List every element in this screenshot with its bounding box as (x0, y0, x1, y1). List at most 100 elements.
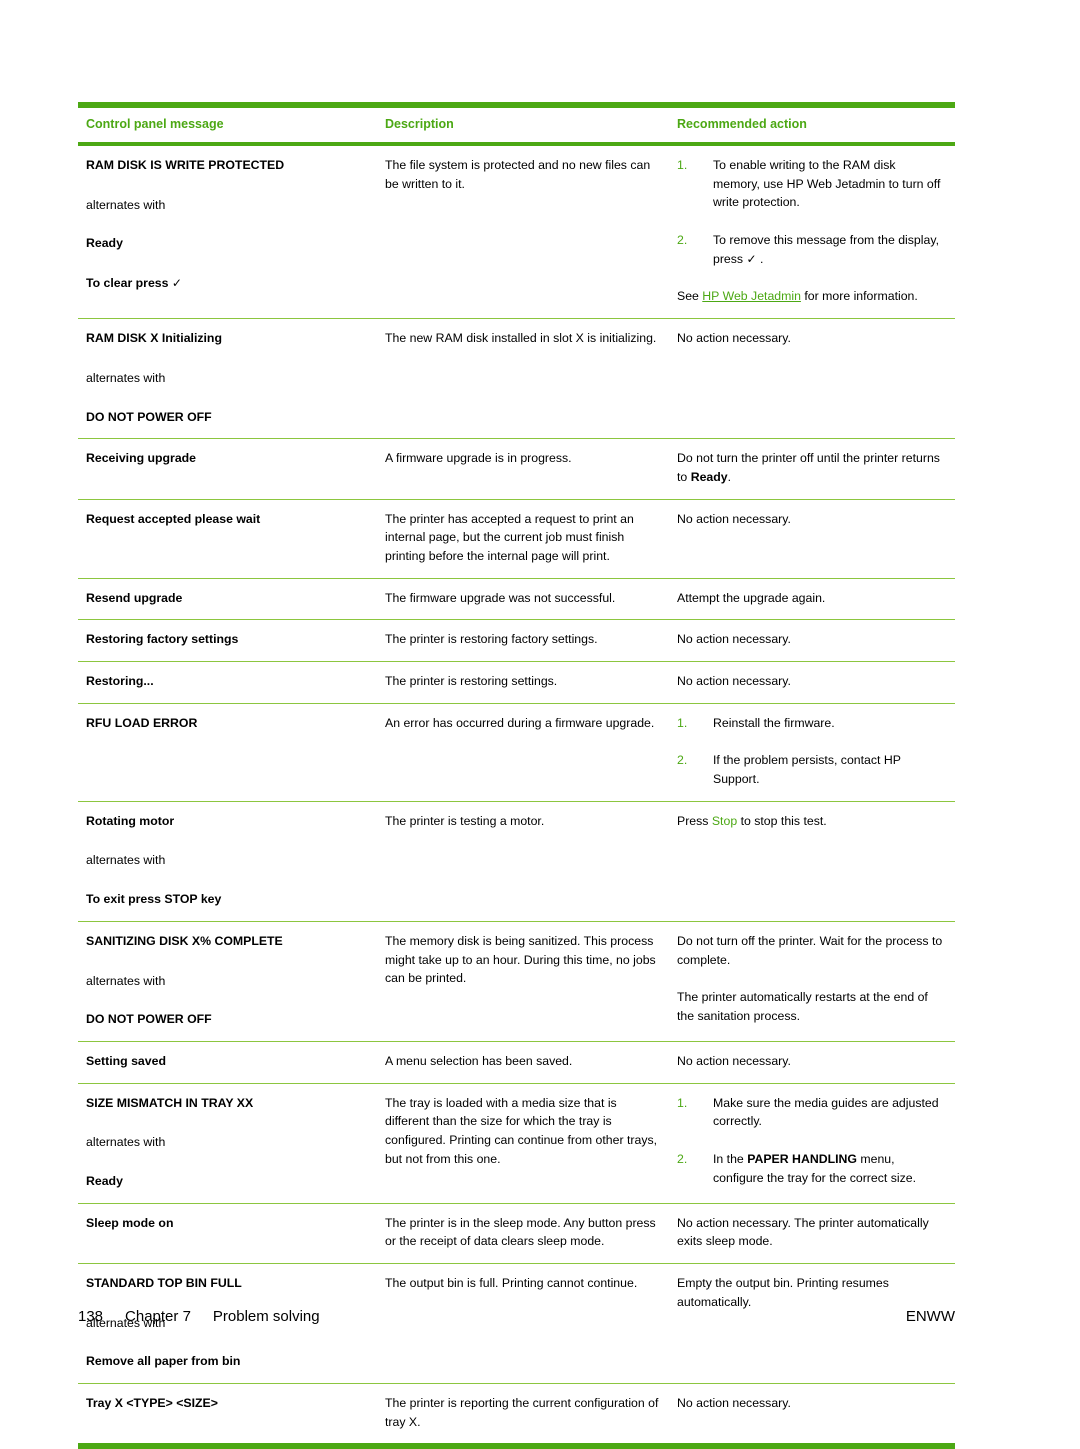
description-text: The printer is reporting the current con… (385, 1396, 659, 1429)
cell-control-panel-message: Setting saved (78, 1040, 377, 1084)
table-row: Sleep mode on The printer is in the sleep… (78, 1202, 955, 1264)
cell-recommended-action: Reinstall the firmware. If the problem pe… (669, 702, 955, 802)
cell-control-panel-message: Sleep mode on (78, 1202, 377, 1264)
recommended-action-text: No action necessary. (677, 511, 791, 526)
control-panel-message-text: Rotating motor (86, 813, 175, 828)
cell-description: The printer has accepted a request to pr… (377, 498, 669, 579)
table-header-row: Control panel message Description Recomm… (78, 102, 955, 146)
menu-name: PAPER HANDLING (747, 1151, 857, 1166)
footer-section-title: Problem solving (212, 1308, 320, 1325)
table-row: RFU LOAD ERROR An error has occurred duri… (78, 702, 955, 802)
cell-description: The printer is restoring factory setting… (377, 619, 669, 662)
cell-recommended-action: No action necessary. (669, 1040, 955, 1084)
control-panel-message-text: Receiving upgrade (86, 451, 197, 466)
recommended-action-text: No action necessary. (677, 1053, 791, 1068)
control-panel-message-text: Restoring factory settings (86, 632, 239, 647)
recommended-action-text: Attempt the upgrade again. (677, 590, 826, 605)
alternates-with-label: alternates with (86, 197, 166, 212)
cell-recommended-action: No action necessary. (669, 619, 955, 662)
cell-recommended-action: Do not turn the printer off until the pr… (669, 438, 955, 500)
cell-description: The tray is loaded with a media size tha… (377, 1082, 669, 1204)
control-panel-message-text: Setting saved (86, 1053, 166, 1068)
recommended-action-text: The printer automatically restarts at th… (677, 990, 928, 1023)
control-panel-message-text: RAM DISK X Initializing (86, 331, 222, 346)
description-text: The output bin is full. Printing cannot … (385, 1276, 638, 1290)
description-text: The printer is testing a motor. (385, 813, 545, 828)
table-row: SANITIZING DISK X% COMPLETE alternates wi… (78, 920, 955, 1042)
alternates-with-label: alternates with (86, 973, 166, 988)
document-page: Control panel message Description Recomm… (78, 102, 955, 1449)
description-text: The tray is loaded with a media size tha… (385, 1095, 658, 1166)
recommended-action-text: No action necessary. (677, 331, 791, 346)
alternates-with-label: alternates with (86, 853, 166, 868)
cell-description: A firmware upgrade is in progress. (377, 438, 669, 500)
recommended-action-text: Do not turn off the printer. Wait for th… (677, 933, 943, 967)
control-panel-message-text: Resend upgrade (86, 590, 183, 605)
cell-control-panel-message: Receiving upgrade (78, 438, 377, 500)
control-panel-message-text: SANITIZING DISK X% COMPLETE (86, 933, 283, 948)
recommended-action-text: No action necessary. (677, 632, 791, 647)
control-panel-message-text: Sleep mode on (86, 1215, 174, 1230)
alternates-with-label: alternates with (86, 1135, 166, 1150)
checkmark-icon: ✓ (171, 276, 182, 291)
description-text: The printer has accepted a request to pr… (385, 511, 634, 563)
control-panel-message-text: DO NOT POWER OFF (86, 409, 212, 424)
description-text: The printer is in the sleep mode. Any bu… (385, 1215, 656, 1249)
table-body: RAM DISK IS WRITE PROTECTED alternates wi… (78, 144, 955, 1449)
cell-description: The file system is protected and no new … (377, 144, 669, 319)
cell-control-panel-message: RFU LOAD ERROR (78, 702, 377, 802)
footer-edition: ENWW (905, 1308, 955, 1325)
cell-recommended-action: No action necessary. (669, 1383, 955, 1449)
description-text: The file system is protected and no new … (385, 158, 651, 191)
description-text: The memory disk is being sanitized. This… (385, 933, 656, 986)
cell-control-panel-message: SANITIZING DISK X% COMPLETE alternates wi… (78, 920, 377, 1042)
table-header: Control panel message Description Recomm… (78, 102, 955, 146)
cell-recommended-action: Attempt the upgrade again. (669, 577, 955, 620)
action-step: If the problem persists, contact HP Supp… (677, 751, 901, 787)
table-row: Tray X <TYPE> <SIZE> The printer is repor… (78, 1383, 955, 1449)
table-row: Restoring factory settings The printer is… (78, 619, 955, 662)
table-row: Receiving upgrade A firmware upgrade is i… (78, 438, 955, 500)
cell-control-panel-message: Request accepted please wait (78, 498, 377, 579)
action-step: Make sure the media guides are adjusted … (677, 1094, 939, 1129)
cell-description: The memory disk is being sanitized. This… (377, 920, 669, 1042)
cell-control-panel-message: RAM DISK X Initializing alternates with DO… (78, 318, 377, 439)
description-text: The printer is restoring settings. (385, 674, 558, 688)
recommended-action-steps: Reinstall the firmware. If the problem pe… (677, 714, 945, 789)
recommended-action-text: No action necessary. (677, 674, 791, 688)
cell-description: The printer is restoring settings. (377, 661, 669, 704)
cell-description: The firmware upgrade was not successful. (377, 577, 669, 620)
control-panel-message-text: SIZE MISMATCH IN TRAY XX (86, 1095, 254, 1110)
cell-recommended-action: No action necessary. (669, 318, 955, 439)
control-panel-message-text: Restoring... (86, 674, 154, 688)
cell-control-panel-message: RAM DISK IS WRITE PROTECTED alternates wi… (78, 144, 377, 319)
description-text: A menu selection has been saved. (385, 1053, 573, 1068)
table-row: Resend upgrade The firmware upgrade was n… (78, 577, 955, 620)
recommended-action-steps: To enable writing to the RAM disk memory… (677, 156, 945, 268)
column-header-description: Description (377, 102, 669, 146)
table-row: SIZE MISMATCH IN TRAY XX alternates with R… (78, 1082, 955, 1204)
control-panel-message-text: STANDARD TOP BIN FULL (86, 1276, 242, 1290)
recommended-action-text: Empty the output bin. Printing resumes a… (677, 1276, 889, 1309)
cell-recommended-action: No action necessary. (669, 661, 955, 704)
hp-web-jetadmin-link[interactable]: HP Web Jetadmin (702, 289, 801, 303)
recommended-action-text: Do not turn the printer off until the pr… (677, 451, 940, 484)
control-panel-message-table: Control panel message Description Recomm… (78, 102, 955, 1449)
status-name: Ready (690, 469, 728, 484)
control-panel-message-text: Ready (86, 1173, 123, 1188)
description-text: The new RAM disk installed in slot X is … (385, 331, 657, 346)
table-row: Request accepted please wait The printer … (78, 498, 955, 579)
cell-description: The printer is reporting the current con… (377, 1383, 669, 1449)
description-text: A firmware upgrade is in progress. (385, 451, 572, 466)
table-row: Restoring... The printer is restoring set… (78, 661, 955, 704)
control-panel-message-text: To clear press ✓ (86, 276, 182, 291)
cell-description: The new RAM disk installed in slot X is … (377, 318, 669, 439)
cell-description: An error has occurred during a firmware … (377, 702, 669, 802)
action-step: Reinstall the firmware. (677, 714, 835, 732)
footer-chapter: Chapter 7 (125, 1308, 191, 1325)
stop-button-reference: Stop (711, 813, 738, 828)
action-step: To remove this message from the display,… (677, 231, 939, 266)
cell-control-panel-message: Tray X <TYPE> <SIZE> (78, 1383, 377, 1449)
page-footer: 138 Chapter 7 Problem solving ENWW (78, 1308, 955, 1325)
control-panel-message-text: Remove all paper from bin (86, 1354, 241, 1369)
